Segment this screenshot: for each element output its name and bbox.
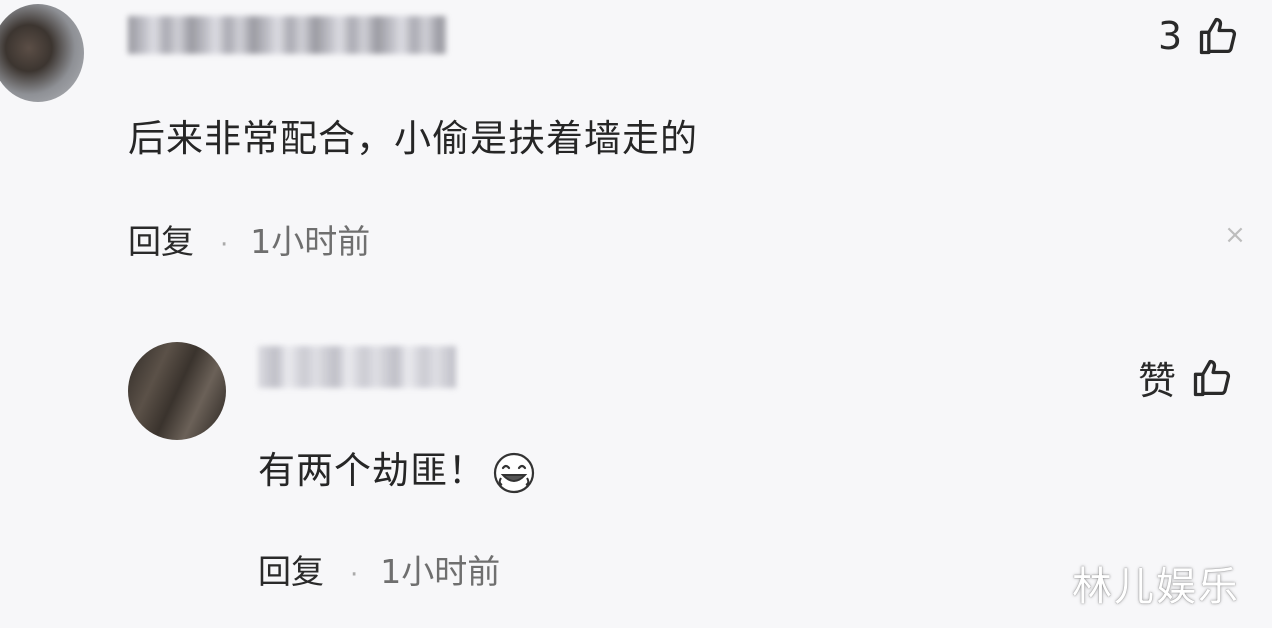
- separator-dot: ·: [220, 230, 229, 260]
- avatar[interactable]: [128, 342, 226, 440]
- reply-button[interactable]: 回复: [258, 552, 324, 591]
- username-blurred[interactable]: [128, 16, 446, 54]
- comment-text-content: 有两个劫匪！: [258, 449, 486, 492]
- reply-button[interactable]: 回复: [128, 222, 194, 261]
- comment-meta: 回复 · 1小时前: [128, 215, 370, 263]
- laughing-emoji-icon: [493, 452, 535, 493]
- username-blurred[interactable]: [258, 346, 456, 388]
- thumbs-up-icon: [1200, 17, 1237, 55]
- like-count: 3: [1158, 14, 1183, 58]
- comment-meta: 回复 · 1小时前: [258, 545, 500, 593]
- comment-text: 后来非常配合，小偷是扶着墙走的: [128, 117, 698, 160]
- watermark: 林儿娱乐: [1072, 564, 1240, 610]
- timestamp: 1小时前: [380, 552, 501, 591]
- timestamp: 1小时前: [250, 222, 371, 261]
- like-button[interactable]: 赞: [1138, 350, 1234, 405]
- close-icon[interactable]: ×: [1222, 222, 1248, 248]
- comment-text: 有两个劫匪！: [258, 440, 536, 495]
- avatar[interactable]: [0, 4, 84, 102]
- separator-dot: ·: [350, 560, 359, 590]
- like-label: 赞: [1138, 359, 1177, 403]
- thumbs-up-icon: [1193, 359, 1231, 396]
- like-button[interactable]: 3: [1158, 14, 1240, 58]
